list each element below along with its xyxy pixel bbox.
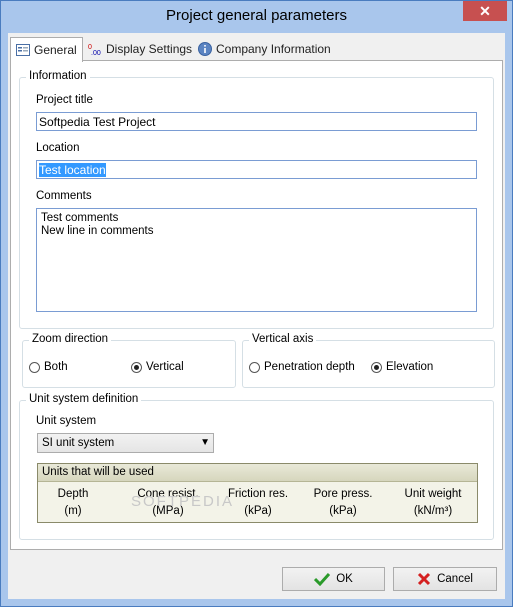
- ok-button[interactable]: OK: [282, 567, 385, 591]
- tab-general[interactable]: General: [10, 37, 83, 62]
- vertical-axis-group: Vertical axis Penetration depth Elevatio…: [242, 333, 495, 388]
- tab-display-settings[interactable]: 0.00 Display Settings: [88, 39, 192, 59]
- unit-column-name: Depth: [57, 488, 89, 500]
- radio-button-checked-icon: [131, 361, 142, 373]
- tab-display-settings-label: Display Settings: [106, 42, 193, 56]
- unit-system-select[interactable]: SI unit system ▼: [37, 433, 214, 453]
- unit-column-unit: (kN/m³): [413, 505, 453, 517]
- penetration-depth-label: Penetration depth: [264, 361, 355, 373]
- penetration-depth-radio[interactable]: Penetration depth: [249, 361, 355, 373]
- zoom-vertical-label: Vertical: [146, 361, 184, 373]
- unit-column-unit: (kPa): [329, 505, 357, 517]
- zoom-both-label: Both: [44, 361, 68, 373]
- comments-line: Test comments: [41, 212, 119, 224]
- radio-button-checked-icon: [371, 361, 382, 373]
- window-title: Project general parameters: [166, 7, 347, 24]
- info-icon: [198, 42, 212, 56]
- elevation-label: Elevation: [386, 361, 434, 373]
- cross-icon: [418, 572, 431, 586]
- dialog-body: General 0.00 Display Settings Company In…: [8, 33, 505, 599]
- unit-system-group-label: Unit system definition: [26, 393, 142, 405]
- zoom-direction-group: Zoom direction Both Vertical: [22, 333, 236, 388]
- unit-system-label: Unit system: [36, 415, 97, 427]
- vertical-axis-group-label: Vertical axis: [249, 333, 317, 345]
- unit-column-unit: (m): [64, 505, 82, 517]
- general-tab-panel: Information Project title Softpedia Test…: [10, 60, 503, 550]
- radio-button-icon: [29, 361, 40, 373]
- close-icon: ✕: [479, 3, 491, 19]
- project-title-label: Project title: [36, 94, 93, 106]
- unit-system-selected: SI unit system: [42, 437, 115, 449]
- tab-general-label: General: [34, 43, 77, 57]
- watermark: SOFTPEDIA: [131, 493, 235, 510]
- tab-company-information[interactable]: Company Information: [198, 39, 331, 59]
- close-button[interactable]: ✕: [463, 1, 507, 21]
- cancel-button[interactable]: Cancel: [393, 567, 497, 591]
- svg-text:.00: .00: [91, 50, 101, 56]
- information-group: Information Project title Softpedia Test…: [19, 70, 494, 329]
- location-field[interactable]: Test location: [36, 160, 477, 179]
- unit-column: Unit weight (kN/m³): [383, 486, 483, 520]
- unit-system-group: Unit system definition Unit system SI un…: [19, 393, 494, 540]
- comments-field[interactable]: Test comments New line in comments: [36, 208, 477, 312]
- unit-column-name: Unit weight: [404, 488, 462, 500]
- location-label: Location: [36, 142, 80, 154]
- checkmark-icon: [314, 572, 331, 586]
- zoom-direction-group-label: Zoom direction: [29, 333, 112, 345]
- ok-button-label: OK: [336, 573, 353, 585]
- chevron-down-icon: ▼: [200, 437, 210, 448]
- tab-company-information-label: Company Information: [216, 42, 331, 56]
- information-group-label: Information: [26, 70, 90, 82]
- comments-line: New line in comments: [41, 225, 154, 237]
- dialog-window: Project general parameters ✕ General 0.0…: [0, 0, 513, 607]
- units-table-header: Units that will be used: [38, 464, 477, 482]
- tab-bar: General 0.00 Display Settings Company In…: [8, 37, 505, 62]
- cancel-button-label: Cancel: [437, 573, 473, 585]
- elevation-radio[interactable]: Elevation: [371, 361, 433, 373]
- form-icon: [16, 44, 30, 56]
- radio-button-icon: [249, 361, 260, 373]
- comments-label: Comments: [36, 190, 92, 202]
- unit-column: Depth (m): [38, 486, 108, 520]
- unit-column-name: Pore press.: [313, 488, 373, 500]
- zoom-vertical-radio[interactable]: Vertical: [131, 361, 184, 373]
- unit-column: Pore press. (kPa): [293, 486, 393, 520]
- location-value: Test location: [39, 163, 106, 177]
- zoom-both-radio[interactable]: Both: [29, 361, 68, 373]
- units-table: Units that will be used Depth (m) Cone r…: [37, 463, 478, 523]
- title-bar[interactable]: Project general parameters ✕: [1, 1, 512, 33]
- decimal-icon: 0.00: [88, 44, 101, 56]
- project-title-field[interactable]: Softpedia Test Project: [36, 112, 477, 131]
